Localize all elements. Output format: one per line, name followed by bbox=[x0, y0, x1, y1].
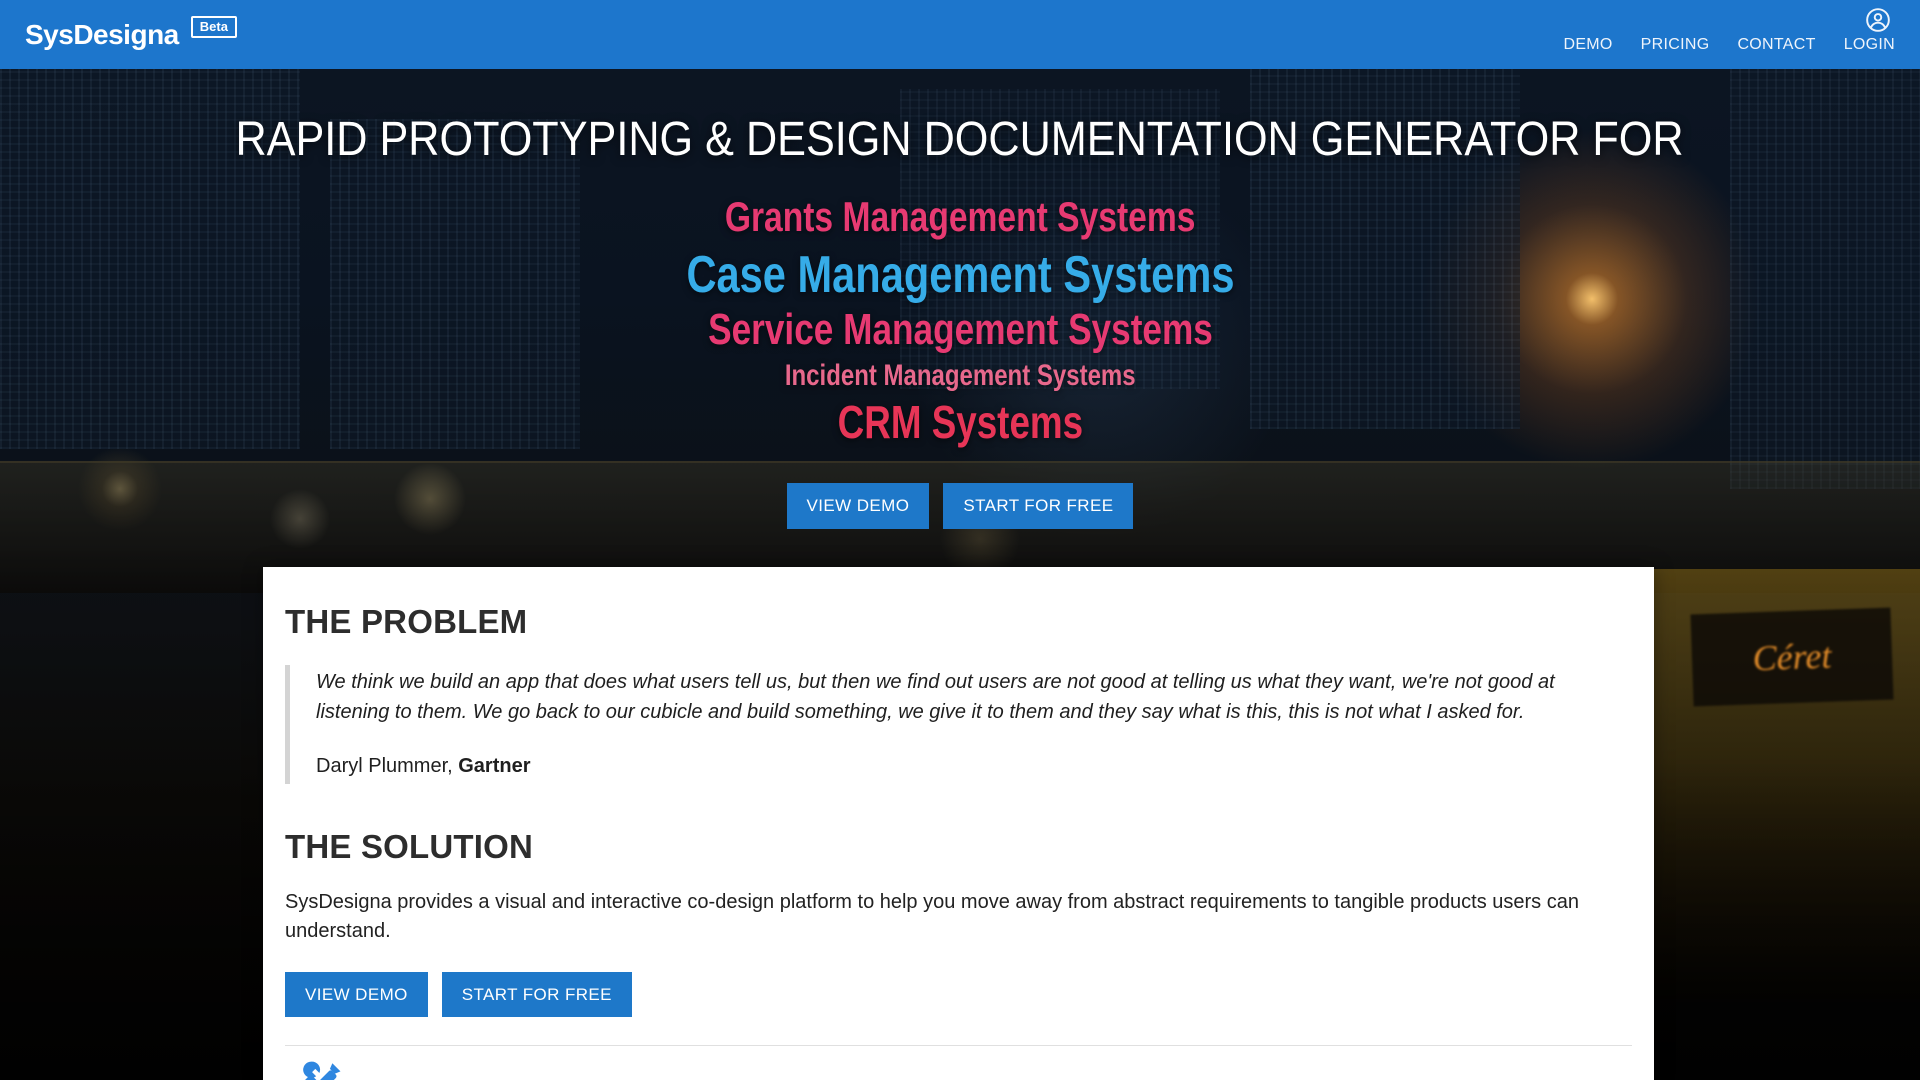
content-card: THE PROBLEM We think we build an app tha… bbox=[263, 567, 1654, 1080]
landing-page: Céret SysDesigna Beta DEMO PRICING CONTA… bbox=[0, 0, 1920, 1080]
nav-contact[interactable]: CONTACT bbox=[1737, 36, 1815, 54]
top-navigation-bar: SysDesigna Beta DEMO PRICING CONTACT LOG… bbox=[0, 0, 1920, 69]
hero-section: RAPID PROTOTYPING & DESIGN DOCUMENTATION… bbox=[0, 69, 1920, 567]
hero-line-crm: CRM Systems bbox=[807, 397, 1114, 447]
view-demo-button-2[interactable]: VIEW DEMO bbox=[285, 972, 428, 1017]
hero-cta-row: VIEW DEMO START FOR FREE bbox=[787, 483, 1134, 529]
solution-heading: THE SOLUTION bbox=[285, 828, 1632, 866]
attribution-org: Gartner bbox=[458, 755, 530, 777]
beta-badge: Beta bbox=[191, 16, 237, 38]
start-for-free-button[interactable]: START FOR FREE bbox=[943, 483, 1133, 529]
photo-sign-text: Céret bbox=[1690, 608, 1893, 707]
brand: SysDesigna Beta bbox=[25, 0, 237, 69]
hero-line-case: Case Management Systems bbox=[618, 245, 1303, 305]
quote-text: We think we build an app that does what … bbox=[316, 667, 1628, 727]
section-divider bbox=[285, 1045, 1632, 1046]
problem-quote-block: We think we build an app that does what … bbox=[285, 665, 1632, 784]
view-demo-button[interactable]: VIEW DEMO bbox=[787, 483, 930, 529]
hero-system-types: Grants Management Systems Case Managemen… bbox=[618, 189, 1303, 447]
brand-logo: SysDesigna bbox=[25, 0, 179, 69]
main-nav: DEMO PRICING CONTACT LOGIN bbox=[1563, 36, 1895, 54]
attribution-name: Daryl Plummer, bbox=[316, 755, 458, 777]
hero-line-grants: Grants Management Systems bbox=[666, 189, 1254, 245]
solution-cta-row: VIEW DEMO START FOR FREE bbox=[285, 972, 1632, 1017]
quote-attribution: Daryl Plummer, Gartner bbox=[316, 755, 1632, 778]
start-for-free-button-2[interactable]: START FOR FREE bbox=[442, 972, 632, 1017]
design-tools-icon bbox=[295, 1060, 347, 1080]
hero-line-incident: Incident Management Systems bbox=[741, 355, 1179, 397]
nav-demo[interactable]: DEMO bbox=[1563, 36, 1612, 54]
nav-login[interactable]: LOGIN bbox=[1844, 36, 1895, 54]
problem-heading: THE PROBLEM bbox=[285, 567, 1632, 641]
hero-line-service: Service Management Systems bbox=[645, 305, 1276, 355]
nav-pricing[interactable]: PRICING bbox=[1641, 36, 1710, 54]
account-icon[interactable] bbox=[1865, 7, 1891, 33]
hero-title: RAPID PROTOTYPING & DESIGN DOCUMENTATION… bbox=[155, 111, 1764, 167]
solution-text: SysDesigna provides a visual and interac… bbox=[285, 888, 1585, 946]
feature-row bbox=[285, 1060, 1632, 1080]
